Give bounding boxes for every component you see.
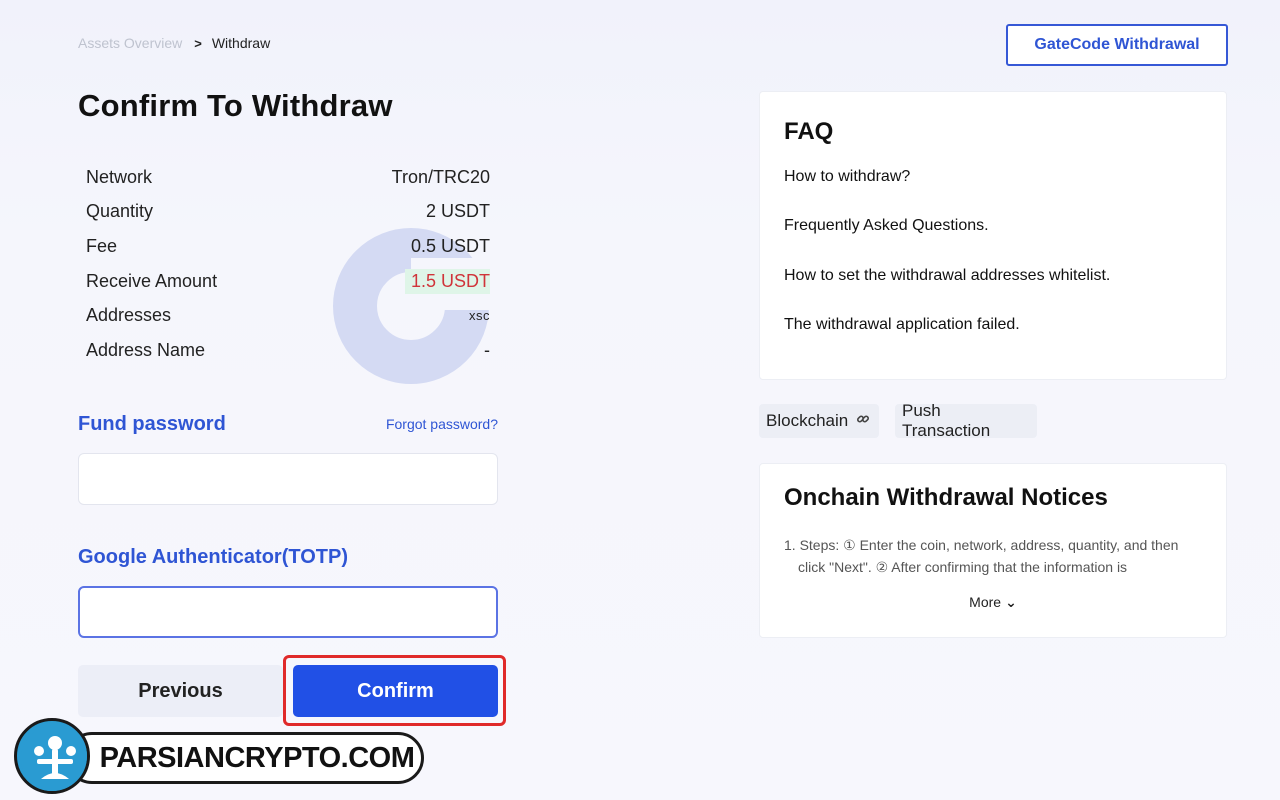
detail-row-address-name: Address Name - [86, 333, 490, 368]
more-label: More [969, 594, 1002, 610]
blockchain-chip[interactable]: Blockchain [759, 404, 879, 438]
breadcrumb-assets-overview[interactable]: Assets Overview [78, 35, 182, 51]
detail-row-receive-amount: Receive Amount 1.5 USDT [86, 264, 490, 299]
detail-label: Addresses [86, 305, 172, 326]
faq-item[interactable]: The withdrawal application failed. [784, 316, 1202, 365]
faq-item[interactable]: Frequently Asked Questions. [784, 217, 1202, 266]
breadcrumb-withdraw: Withdraw [211, 35, 271, 51]
confirm-button[interactable]: Confirm [293, 665, 498, 717]
chevron-down-icon: ⌄ [1005, 594, 1017, 610]
page-title: Confirm To Withdraw [78, 88, 393, 123]
withdraw-details: Network Tron/TRC20 Quantity 2 USDT Fee 0… [86, 160, 490, 368]
detail-value: 2 USDT [425, 201, 490, 222]
previous-button[interactable]: Previous [78, 665, 283, 717]
push-transaction-label: Push Transaction [902, 401, 991, 440]
detail-row-network: Network Tron/TRC20 [86, 160, 490, 195]
faq-item[interactable]: How to set the withdrawal addresses whit… [784, 267, 1202, 316]
fund-password-input[interactable] [78, 453, 498, 505]
chevron-right-icon: > [194, 35, 202, 51]
forgot-password-link[interactable]: Forgot password? [386, 416, 498, 432]
totp-input[interactable] [78, 586, 498, 638]
more-link[interactable]: More ⌄ [784, 594, 1202, 611]
fund-password-label: Fund password [78, 413, 226, 435]
watermark: PARSIANCRYPTO.COM [14, 718, 426, 796]
detail-label: Receive Amount [86, 270, 218, 291]
notices-title: Onchain Withdrawal Notices [784, 484, 1108, 511]
detail-value: Tron/TRC20 [391, 166, 490, 187]
detail-value: 0.5 USDT [410, 235, 490, 256]
detail-label: Fee [86, 235, 118, 256]
watermark-pill: PARSIANCRYPTO.COM [66, 732, 424, 784]
faq-item[interactable]: How to withdraw? [784, 168, 1202, 217]
parsiancrypto-logo-icon [14, 718, 90, 794]
breadcrumb: Assets Overview > Withdraw [78, 35, 270, 51]
watermark-text: PARSIANCRYPTO.COM [99, 741, 415, 774]
push-transaction-chip[interactable]: Push Transaction [895, 401, 1037, 440]
detail-row-fee: Fee 0.5 USDT [86, 229, 490, 264]
notice-text: 1. Steps: ① Enter the coin, network, add… [784, 534, 1202, 578]
detail-value: - [484, 339, 490, 360]
detail-row-quantity: Quantity 2 USDT [86, 195, 490, 230]
detail-label: Quantity [86, 201, 154, 222]
gatecode-withdrawal-button[interactable]: GateCode Withdrawal [1006, 24, 1228, 66]
notice-line: 1. Steps: ① Enter the coin, network, add… [784, 537, 1179, 553]
detail-value: xsc [469, 308, 490, 324]
detail-row-addresses: Addresses xsc [86, 298, 490, 333]
faq-card: FAQ How to withdraw? Frequently Asked Qu… [759, 91, 1227, 380]
receive-amount-value: 1.5 USDT [404, 268, 490, 294]
notice-line: click "Next". ② After confirming that th… [798, 559, 1128, 575]
detail-label: Network [86, 166, 153, 187]
detail-label: Address Name [86, 339, 206, 360]
onchain-notices-card: Onchain Withdrawal Notices 1. Steps: ① E… [759, 463, 1227, 638]
blockchain-chip-label: Blockchain [766, 411, 849, 430]
link-icon [856, 412, 870, 430]
faq-title: FAQ [784, 118, 834, 145]
totp-label: Google Authenticator(TOTP) [78, 546, 348, 568]
